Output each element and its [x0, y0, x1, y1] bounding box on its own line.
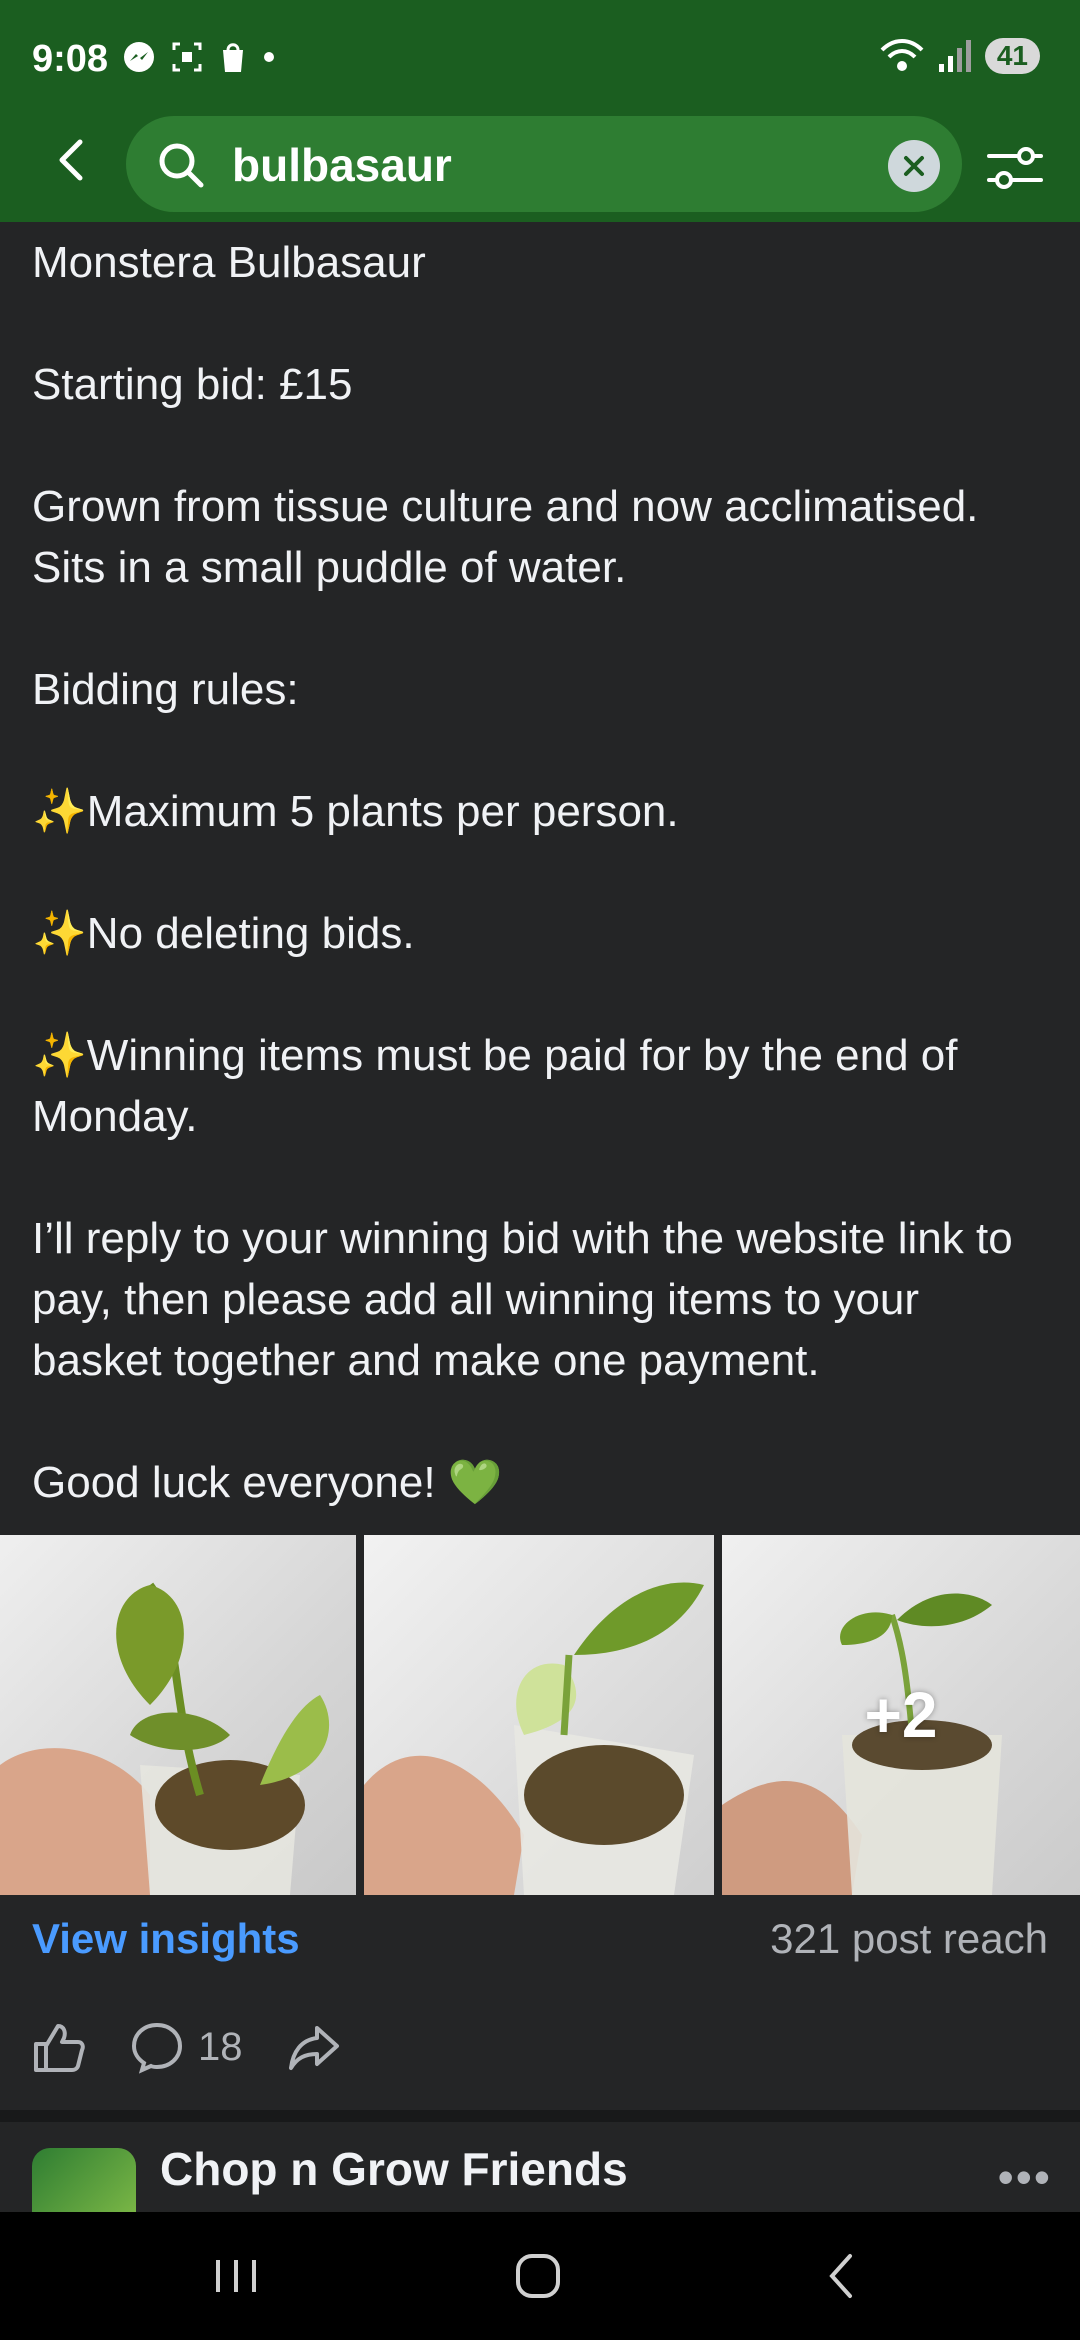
more-photos-count[interactable]: +2	[722, 1535, 1080, 1895]
rule-item: ✨Maximum 5 plants per person.	[32, 781, 1052, 842]
comment-icon	[131, 2022, 183, 2074]
share-icon	[288, 2026, 339, 2070]
filter-icon[interactable]	[985, 140, 1045, 196]
group-name[interactable]: Chop n Grow Friends	[160, 2142, 628, 2196]
next-post-header: Chop n Grow Friends •••	[0, 2122, 1080, 2212]
post-title: Monstera Bulbasaur	[32, 238, 426, 287]
search-input[interactable]: bulbasaur	[126, 116, 962, 212]
post-photos: +2	[0, 1535, 1080, 1895]
search-header: bulbasaur	[0, 110, 1080, 222]
view-insights-link[interactable]: View insights	[32, 1915, 300, 1963]
sparkle-icon: ✨	[32, 909, 87, 958]
like-button[interactable]	[32, 2020, 86, 2074]
status-icons-left	[122, 40, 276, 74]
plant-image-1	[0, 1582, 330, 1895]
share-button[interactable]	[287, 2020, 341, 2074]
post-signoff: Good luck everyone! 💚	[32, 1452, 1052, 1513]
search-icon	[159, 143, 204, 188]
group-avatar[interactable]	[32, 2148, 136, 2212]
plant-photo-2[interactable]	[364, 1535, 714, 1895]
battery-icon: 41	[984, 38, 1040, 74]
insights-row: View insights 321 post reach	[32, 1915, 1048, 1963]
more-options-button[interactable]: •••	[998, 2150, 1052, 2204]
plant-photo-3[interactable]: +2	[722, 1535, 1080, 1895]
wifi-icon	[880, 39, 924, 71]
post-actions: 18	[32, 2020, 341, 2074]
post-reach: 321 post reach	[770, 1915, 1048, 1962]
comment-count: 18	[198, 2024, 243, 2069]
rule-text: Winning items must be paid for by the en…	[32, 1031, 958, 1141]
back-arrow-icon[interactable]	[46, 132, 102, 188]
plant-image-2	[364, 1582, 704, 1895]
messenger-icon	[124, 42, 154, 72]
post-starting-bid: Starting bid: £15	[32, 360, 353, 409]
nav-back-icon[interactable]	[812, 2246, 872, 2306]
status-bar: 9:08 41	[0, 0, 1080, 110]
rule-text: No deleting bids.	[86, 909, 415, 958]
rule-item: ✨Winning items must be paid for by the e…	[32, 1025, 1052, 1147]
green-heart-icon: 💚	[447, 1458, 503, 1507]
comment-button[interactable]: 18	[130, 2020, 243, 2074]
sparkle-icon: ✨	[32, 1031, 87, 1080]
rule-text: Maximum 5 plants per person.	[86, 787, 679, 836]
signal-icon	[938, 40, 971, 72]
rule-item: ✨No deleting bids.	[32, 903, 1052, 964]
plant-photo-1[interactable]	[0, 1535, 356, 1895]
screenshot-icon	[172, 42, 202, 72]
post-payment-info: I’ll reply to your winning bid with the …	[32, 1214, 1013, 1385]
feed-divider	[0, 2110, 1080, 2122]
post-rules-heading: Bidding rules:	[32, 665, 299, 714]
clear-icon	[904, 156, 924, 176]
dot-icon	[264, 52, 274, 62]
like-icon	[34, 2024, 85, 2072]
clear-search-button[interactable]	[888, 140, 940, 192]
status-icons-right: 41	[879, 38, 1040, 74]
shopify-icon	[223, 43, 243, 72]
recent-apps-icon[interactable]	[206, 2246, 266, 2306]
post-body: Monstera Bulbasaur Starting bid: £15 Gro…	[32, 232, 1052, 1574]
sparkle-icon: ✨	[32, 787, 87, 836]
status-time: 9:08	[32, 38, 109, 80]
home-icon[interactable]	[508, 2246, 568, 2306]
system-nav-bar	[0, 2212, 1080, 2340]
post-description: Grown from tissue culture and now acclim…	[32, 482, 979, 592]
signoff-text: Good luck everyone!	[32, 1458, 436, 1507]
search-query[interactable]: bulbasaur	[232, 138, 452, 192]
